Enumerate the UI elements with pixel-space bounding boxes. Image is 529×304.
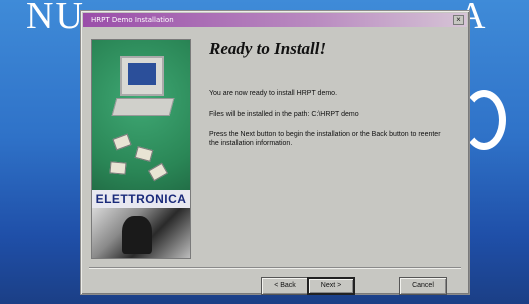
instructions-text: Press the Next button to begin the insta… [209, 131, 441, 147]
computer-monitor-icon [120, 56, 164, 96]
computer-illustration [92, 40, 190, 190]
installer-side-image: ELETTRONICA [91, 39, 191, 259]
install-dialog: HRPT Demo Installation × ELETTRONICA Rea… [80, 10, 470, 295]
ready-text: You are now ready to install HRPT demo. [209, 90, 338, 97]
floppy-disk-icon [109, 161, 127, 175]
dialog-title: HRPT Demo Installation [91, 16, 174, 24]
close-button[interactable]: × [453, 15, 464, 25]
back-button[interactable]: < Back [261, 277, 309, 295]
engineer-photo [92, 208, 190, 258]
next-button[interactable]: Next > [307, 277, 355, 295]
computer-base-icon [111, 98, 175, 116]
background-title-left: NU [26, 0, 85, 37]
cancel-button[interactable]: Cancel [399, 277, 447, 295]
page-heading: Ready to Install! [209, 39, 327, 58]
brand-logo: ELETTRONICA [92, 190, 190, 208]
floppy-disk-icon [112, 133, 132, 151]
floppy-disk-icon [148, 162, 168, 182]
button-separator [89, 267, 461, 269]
floppy-disk-icon [134, 146, 154, 162]
install-path-text: Files will be installed in the path: C:\… [209, 111, 359, 118]
brand-logo-text: ELETTRONICA [95, 192, 187, 206]
close-icon: × [456, 15, 461, 24]
dialog-titlebar[interactable]: HRPT Demo Installation × [83, 13, 467, 27]
